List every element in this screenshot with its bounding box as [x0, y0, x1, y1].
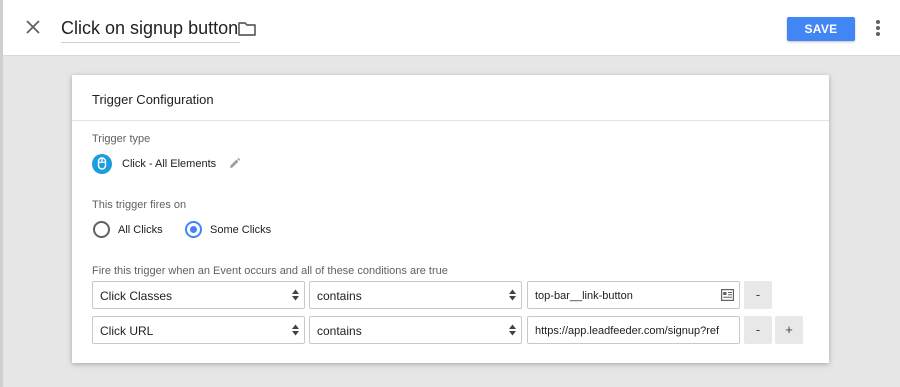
trigger-type-selector[interactable]: Click - All Elements [92, 154, 392, 176]
conditions-label: Fire this trigger when an Event occurs a… [92, 265, 448, 277]
header-bar: Click on signup button SAVE [3, 0, 900, 56]
close-icon[interactable] [22, 16, 44, 38]
radio-some-clicks[interactable]: Some Clicks [185, 221, 295, 241]
condition-2-value-text: https://app.leadfeeder.com/signup?ref [535, 325, 720, 337]
condition-1-variable-select[interactable]: Click Classes [92, 281, 305, 309]
radio-all-clicks-label: All Clicks [118, 224, 163, 236]
trigger-type-name: Click - All Elements [122, 158, 217, 170]
add-condition-button[interactable]: + [775, 316, 803, 344]
variable-picker-icon[interactable] [721, 289, 734, 301]
trigger-configuration-card: Trigger Configuration Trigger type Click… [72, 75, 829, 363]
select-arrows-icon [509, 324, 516, 336]
card-title: Trigger Configuration [72, 75, 829, 121]
trigger-name-field[interactable]: Click on signup button [61, 18, 241, 43]
condition-1-value-input[interactable]: top-bar__link-button [527, 281, 740, 309]
condition-2-value-input[interactable]: https://app.leadfeeder.com/signup?ref [527, 316, 740, 344]
trigger-type-label: Trigger type [92, 133, 151, 145]
condition-2-remove-button[interactable]: - [744, 316, 772, 344]
condition-1-operator-select[interactable]: contains [309, 281, 522, 309]
condition-2-operator-select[interactable]: contains [309, 316, 522, 344]
fires-on-label: This trigger fires on [92, 199, 187, 211]
condition-2-variable-value: Click URL [100, 324, 154, 338]
radio-all-clicks-indicator [93, 221, 110, 238]
condition-1-value-text: top-bar__link-button [535, 290, 633, 302]
more-vert-icon[interactable] [871, 18, 885, 40]
condition-1-operator-value: contains [317, 289, 362, 303]
condition-1-variable-value: Click Classes [100, 289, 173, 303]
condition-2-variable-select[interactable]: Click URL [92, 316, 305, 344]
folder-icon[interactable] [237, 20, 257, 38]
radio-all-clicks[interactable]: All Clicks [93, 221, 193, 241]
condition-1-remove-button[interactable]: - [744, 281, 772, 309]
save-button[interactable]: SAVE [787, 17, 855, 41]
select-arrows-icon [292, 289, 299, 301]
condition-2-operator-value: contains [317, 324, 362, 338]
radio-some-clicks-indicator [185, 221, 202, 238]
click-mouse-icon [92, 154, 112, 174]
radio-some-clicks-label: Some Clicks [210, 224, 272, 236]
background-panel-edge [0, 0, 3, 387]
pencil-icon[interactable] [228, 157, 241, 170]
select-arrows-icon [509, 289, 516, 301]
select-arrows-icon [292, 324, 299, 336]
